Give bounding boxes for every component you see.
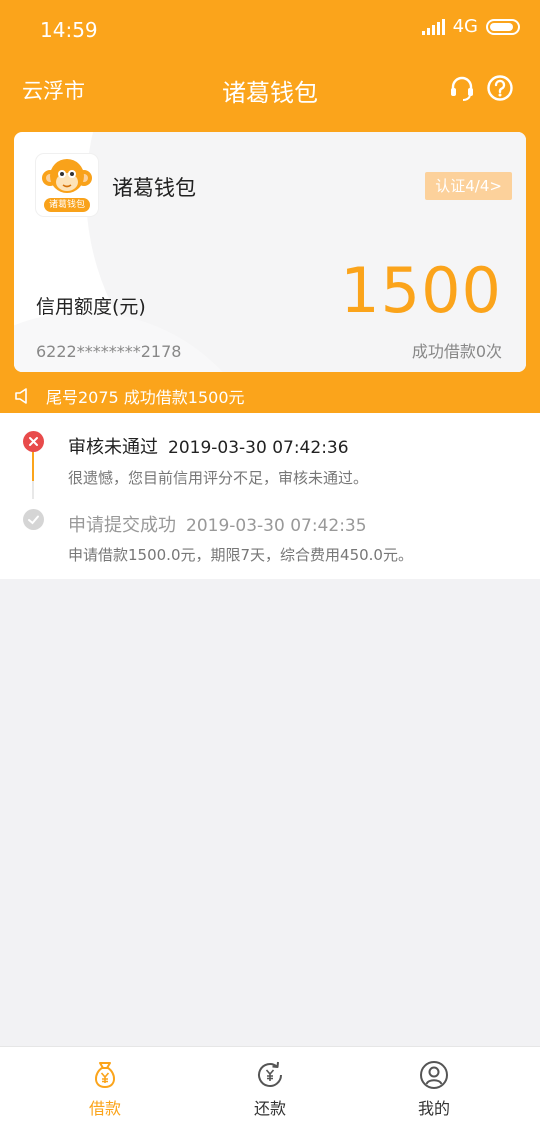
cert-label: 认证4/4 (435, 177, 490, 195)
brand-name: 诸葛钱包 (112, 176, 196, 200)
credit-limit-label: 信用额度(元) (36, 296, 146, 318)
money-bag-icon (95, 1062, 115, 1089)
logo-text: 诸葛钱包 (48, 200, 85, 210)
status-time: 14:59 (40, 18, 98, 42)
timeline-time: 2019-03-30 07:42:35 (186, 516, 367, 536)
timeline-time: 2019-03-30 07:42:36 (168, 438, 349, 458)
credit-amount: 1500 (340, 254, 502, 327)
certification-badge[interactable]: 认证4/4> (425, 172, 512, 200)
nav-bar: 云浮市 诸葛钱包 (0, 62, 540, 116)
headset-icon[interactable] (448, 74, 476, 102)
check-icon (23, 509, 44, 530)
notice-bar: 尾号2075 成功借款1500元 (14, 383, 245, 409)
success-loan-count: 成功借款0次 (411, 342, 502, 361)
bank-card-number: 6222********2178 (36, 342, 182, 361)
signal-icon (421, 18, 445, 35)
tab-mine[interactable]: 我的 (394, 1059, 474, 1119)
credit-card: 诸葛钱包 诸葛钱包 认证4/4> 信用额度(元) 1500 6222******… (14, 132, 526, 372)
status-bar: 14:59 4G (0, 0, 540, 58)
speaker-icon (15, 388, 27, 404)
application-timeline: 审核未通过 2019-03-30 07:42:36 很遗憾，您目前信用评分不足，… (0, 413, 540, 579)
tab-borrow[interactable]: 借款 (65, 1059, 145, 1119)
tab-label: 借款 (88, 1099, 121, 1118)
timeline-item-title: 审核未通过 2019-03-30 07:42:36 (68, 433, 349, 459)
timeline-status: 审核未通过 (68, 437, 158, 458)
timeline-status: 申请提交成功 (68, 515, 176, 536)
repay-icon (258, 1061, 282, 1087)
timeline-item-title: 申请提交成功 2019-03-30 07:42:35 (68, 511, 367, 537)
notice-text: 尾号2075 成功借款1500元 (46, 388, 245, 407)
app-logo: 诸葛钱包 (36, 154, 98, 216)
bottom-tab-bar: 借款 还款 我的 (0, 1046, 540, 1124)
network-label: 4G (452, 16, 478, 37)
help-icon[interactable] (486, 74, 514, 102)
timeline-desc: 申请借款1500.0元，期限7天，综合费用450.0元。 (68, 546, 413, 564)
chevron-right-icon: > (489, 177, 502, 195)
failed-status-icon (23, 431, 44, 452)
timeline-desc: 很遗憾，您目前信用评分不足，审核未通过。 (68, 469, 369, 487)
user-icon (420, 1061, 448, 1089)
tab-label: 我的 (417, 1099, 450, 1118)
tab-repay[interactable]: 还款 (230, 1059, 310, 1119)
tab-label: 还款 (253, 1099, 286, 1118)
battery-icon (486, 18, 520, 35)
timeline-line (32, 451, 34, 499)
